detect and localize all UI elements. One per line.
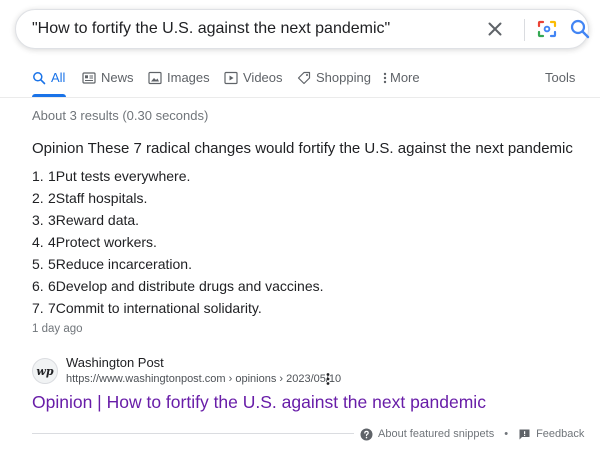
snippet-heading: Opinion These 7 radical changes would fo… — [32, 140, 573, 157]
feedback-link[interactable]: Feedback — [518, 428, 584, 441]
close-icon — [488, 22, 502, 36]
search-input[interactable] — [32, 10, 472, 48]
video-icon — [224, 71, 238, 85]
tab-label: Videos — [243, 70, 283, 85]
footer-divider — [32, 433, 354, 434]
footer-separator: • — [504, 428, 509, 440]
tab-all[interactable]: All — [32, 70, 65, 96]
result-source: wp Washington Post https://www.washingto… — [32, 352, 592, 392]
result-options-button[interactable] — [322, 371, 334, 387]
result-stats: About 3 results (0.30 seconds) — [32, 108, 209, 123]
list-item: 5. 5Reduce incarceration. — [32, 256, 192, 272]
list-item: 3. 3Reward data. — [32, 212, 140, 228]
snippet-list: 1. 1Put tests everywhere. 2. 2Staff hospit… — [32, 168, 324, 322]
list-item: 6. 6Develop and distribute drugs and vacc… — [32, 278, 324, 294]
search-bar-divider — [524, 19, 525, 41]
search-button[interactable] — [568, 17, 592, 41]
tab-images[interactable]: Images — [148, 70, 210, 96]
site-name: Washington Post — [66, 355, 164, 370]
search-bar — [15, 9, 592, 49]
tabs-divider — [0, 97, 600, 98]
snippet-date: 1 day ago — [32, 323, 83, 335]
tab-label: Tools — [545, 70, 576, 85]
list-item: 4. 4Protect workers. — [32, 234, 157, 250]
tab-videos[interactable]: Videos — [224, 70, 283, 96]
site-favicon: wp — [32, 358, 58, 384]
tab-shopping[interactable]: Shopping — [297, 70, 371, 96]
list-item: 1. 1Put tests everywhere. — [32, 168, 191, 184]
tab-label: News — [101, 70, 134, 85]
more-vert-icon — [383, 72, 387, 84]
lens-button[interactable] — [535, 17, 559, 41]
list-item: 7. 7Commit to international solidarity. — [32, 300, 262, 316]
clear-search-button[interactable] — [483, 17, 507, 41]
tag-icon — [297, 71, 311, 85]
tab-label: All — [51, 70, 66, 85]
search-icon — [33, 72, 46, 85]
more-vert-icon — [326, 373, 330, 385]
feedback-icon — [519, 429, 530, 439]
snippet-footer: About featured snippets • Feedback — [360, 425, 584, 443]
result-title-link[interactable]: Opinion | How to fortify the U.S. agains… — [32, 392, 486, 413]
tab-news[interactable]: News — [82, 70, 134, 96]
tab-tools[interactable]: Tools — [545, 70, 575, 96]
tab-label: Shopping — [316, 70, 371, 85]
help-icon — [360, 428, 373, 440]
search-tabs: All News Images Videos Shopping More Too… — [0, 66, 600, 98]
tab-label: More — [390, 70, 420, 85]
about-featured-snippets-link[interactable]: About featured snippets — [360, 428, 494, 441]
news-icon — [82, 72, 96, 84]
tab-label: Images — [167, 70, 210, 85]
search-icon — [570, 19, 590, 39]
tab-more[interactable]: More — [382, 70, 420, 96]
list-item: 2. 2Staff hospitals. — [32, 190, 148, 206]
site-url: https://www.washingtonpost.com › opinion… — [66, 373, 342, 385]
image-icon — [148, 71, 162, 85]
camera-lens-icon — [537, 20, 557, 38]
